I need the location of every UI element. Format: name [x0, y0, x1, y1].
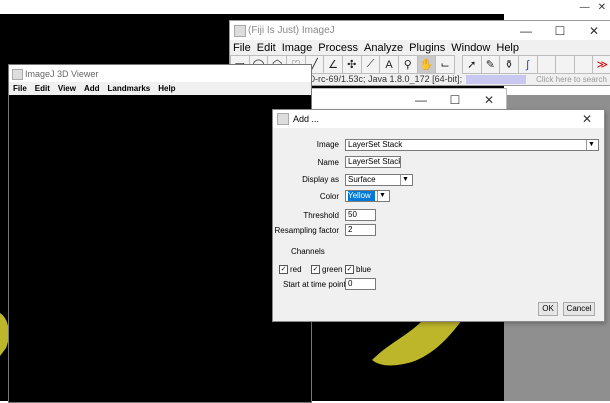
display-as-value: Surface [348, 175, 376, 184]
menu-window[interactable]: Window [451, 42, 490, 54]
flood-fill-icon[interactable]: ∫ [517, 55, 538, 74]
channel-red-label: red [290, 265, 302, 274]
close-icon[interactable]: ✕ [570, 112, 604, 126]
wand-icon[interactable]: ⟋ [360, 55, 381, 74]
menu-file[interactable]: File [233, 42, 251, 54]
add-dialog: Add ... ✕ Image LayerSet Stack ▼ Name La… [272, 109, 605, 322]
menu-plugins[interactable]: Plugins [409, 42, 445, 54]
name-field[interactable]: LayerSet Stack [345, 156, 401, 168]
minimize-icon[interactable]: — [404, 93, 438, 107]
dropper-icon[interactable]: ⌙ [435, 55, 455, 74]
menu-process[interactable]: Process [318, 42, 358, 54]
cancel-button[interactable]: Cancel [563, 302, 595, 316]
search-field[interactable]: Click here to search [530, 74, 607, 85]
angle-icon[interactable]: ∠ [323, 55, 343, 74]
threshold-field[interactable]: 50 [345, 209, 376, 221]
magnifier-icon[interactable]: ⚲ [397, 55, 418, 74]
menu-image[interactable]: Image [282, 42, 313, 54]
channel-green-checkbox[interactable]: ✓ green [311, 265, 342, 274]
empty-tool-slot[interactable] [573, 55, 594, 74]
display-as-dropdown[interactable]: Surface ▼ [345, 174, 413, 186]
maximize-icon[interactable]: ☐ [438, 93, 472, 107]
ok-button[interactable]: OK [538, 302, 558, 316]
empty-tool-slot[interactable] [555, 55, 575, 74]
image-label: Image [316, 140, 339, 149]
imagej-menubar: File Edit Image Process Analyze Plugins … [230, 40, 610, 55]
close-icon[interactable]: ✕ [577, 24, 610, 38]
3d-viewer-menubar: File Edit View Add Landmarks Help [9, 82, 311, 95]
empty-tool-slot[interactable] [536, 55, 557, 74]
imagej-window-title: (Fiji Is Just) ImageJ [248, 25, 335, 36]
imagej-titlebar[interactable]: (Fiji Is Just) ImageJ — ☐ ✕ [230, 21, 610, 40]
timepoint-label: Start at time point [283, 280, 346, 289]
arrow-icon[interactable]: ➚ [461, 55, 482, 74]
dialog-title: Add ... [293, 114, 320, 124]
name-label: Name [317, 158, 339, 167]
hand-icon[interactable]: ✋ [416, 55, 437, 74]
channel-blue-label: blue [356, 265, 372, 274]
resampling-label: Resampling factor [274, 226, 339, 235]
checkbox-icon: ✓ [345, 265, 354, 274]
viewer-menu-view[interactable]: View [58, 84, 76, 93]
brush-icon[interactable]: ✎ [480, 55, 501, 74]
viewer-menu-landmarks[interactable]: Landmarks [108, 84, 151, 93]
color-dropdown[interactable]: Yellow ▼ [345, 190, 390, 202]
checkbox-icon: ✓ [311, 265, 320, 274]
add-dialog-titlebar[interactable]: Add ... ✕ [273, 110, 604, 128]
viewer-menu-help[interactable]: Help [158, 84, 175, 93]
progress-bar [466, 75, 527, 84]
viewer-menu-edit[interactable]: Edit [35, 84, 50, 93]
pencil-icon[interactable]: ⚱ [499, 55, 519, 74]
timepoint-field[interactable]: 0 [345, 278, 376, 290]
chevron-down-icon: ▼ [400, 175, 410, 185]
multipoint-icon[interactable]: ✣ [341, 55, 362, 74]
more-tools-icon[interactable]: ≫ [592, 55, 610, 74]
channel-blue-checkbox[interactable]: ✓ blue [345, 265, 371, 274]
resampling-field[interactable]: 2 [345, 224, 376, 236]
3d-viewer-titlebar[interactable]: ImageJ 3D Viewer [9, 65, 311, 82]
threshold-label: Threshold [303, 211, 339, 220]
channels-label: Channels [291, 247, 325, 256]
color-label: Color [319, 192, 339, 201]
viewer-menu-file[interactable]: File [13, 84, 27, 93]
menu-help[interactable]: Help [496, 42, 519, 54]
image-dropdown-value: LayerSet Stack [348, 140, 403, 149]
imagej-app-icon [234, 25, 246, 37]
menu-edit[interactable]: Edit [257, 42, 276, 54]
menu-analyze[interactable]: Analyze [364, 42, 403, 54]
3d-viewer-title: ImageJ 3D Viewer [25, 68, 99, 79]
3d-viewer-window: ImageJ 3D Viewer File Edit View Add Land… [8, 64, 312, 403]
image-dropdown[interactable]: LayerSet Stack ▼ [345, 139, 599, 151]
color-value: Yellow [348, 191, 375, 201]
channel-red-checkbox[interactable]: ✓ red [279, 265, 302, 274]
maximize-icon[interactable]: ☐ [543, 24, 577, 38]
viewer-menu-add[interactable]: Add [84, 84, 100, 93]
minimize-icon[interactable]: — [509, 24, 543, 38]
close-icon[interactable]: ✕ [472, 93, 506, 107]
chevron-down-icon: ▼ [377, 191, 387, 201]
text-icon[interactable]: A [379, 55, 399, 74]
channel-green-label: green [322, 265, 343, 274]
dialog-app-icon [277, 113, 289, 125]
3d-canvas[interactable] [9, 95, 311, 402]
display-as-label: Display as [302, 175, 339, 184]
checkbox-icon: ✓ [279, 265, 288, 274]
top-window-controls: — ✕ [579, 1, 606, 13]
viewer-app-icon [12, 69, 23, 80]
chevron-down-icon: ▼ [586, 140, 596, 150]
